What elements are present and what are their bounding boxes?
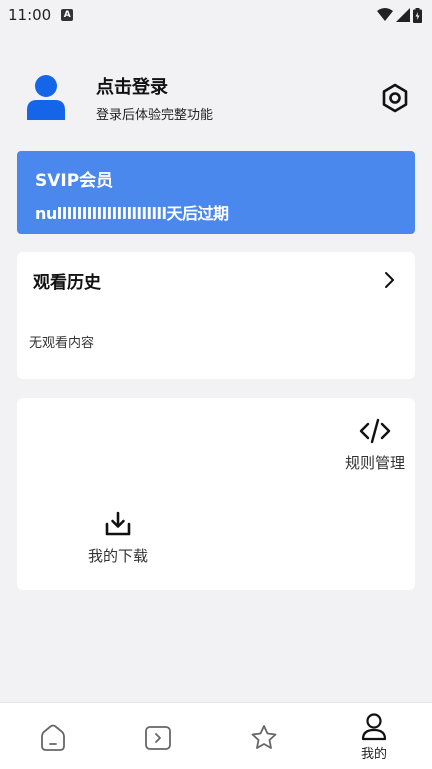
- settings-hexagon-icon[interactable]: [378, 81, 412, 115]
- tools-card: 规则管理 我的下载: [17, 398, 415, 590]
- login-subtitle: 登录后体验完整功能: [96, 108, 214, 123]
- vip-card[interactable]: SVIP会员 nullllllllllllllllllllll天后过期: [17, 151, 415, 234]
- rules-manage-label: 规则管理: [344, 454, 405, 472]
- history-title: 观看历史: [33, 273, 101, 293]
- signal-icon: [396, 8, 410, 22]
- person-icon[interactable]: [26, 74, 66, 120]
- nav-home[interactable]: [23, 703, 83, 769]
- history-empty-text: 无观看内容: [29, 336, 95, 351]
- bottom-nav: 我的: [0, 702, 432, 769]
- profile-header[interactable]: 点击登录 登录后体验完整功能: [0, 70, 432, 126]
- wifi-icon: [377, 8, 393, 21]
- play-icon: [145, 726, 171, 750]
- status-right: [377, 7, 422, 23]
- notification-badge: A: [61, 9, 74, 21]
- status-time: 11:00: [8, 6, 52, 24]
- nav-video[interactable]: [128, 703, 188, 769]
- vip-expiry: nullllllllllllllllllllll天后过期: [35, 204, 229, 223]
- chevron-right-icon[interactable]: [379, 270, 399, 290]
- status-bar: 11:00 A: [0, 0, 432, 30]
- download-icon: [105, 511, 131, 536]
- star-icon: [251, 725, 277, 749]
- nav-mine[interactable]: 我的: [344, 703, 404, 769]
- history-card[interactable]: 观看历史 无观看内容: [17, 252, 415, 379]
- login-title[interactable]: 点击登录: [96, 73, 168, 99]
- home-icon: [41, 724, 65, 751]
- battery-icon: [413, 7, 422, 23]
- rules-manage-button[interactable]: 规则管理: [335, 418, 415, 473]
- status-left: 11:00 A: [8, 6, 74, 24]
- my-downloads-label: 我的下载: [87, 547, 148, 565]
- person-icon: [361, 713, 387, 741]
- code-icon: [359, 418, 391, 444]
- nav-favorite[interactable]: [234, 703, 294, 769]
- my-downloads-button[interactable]: 我的下载: [75, 511, 161, 566]
- nav-mine-label: 我的: [360, 747, 387, 762]
- vip-title: SVIP会员: [35, 171, 114, 191]
